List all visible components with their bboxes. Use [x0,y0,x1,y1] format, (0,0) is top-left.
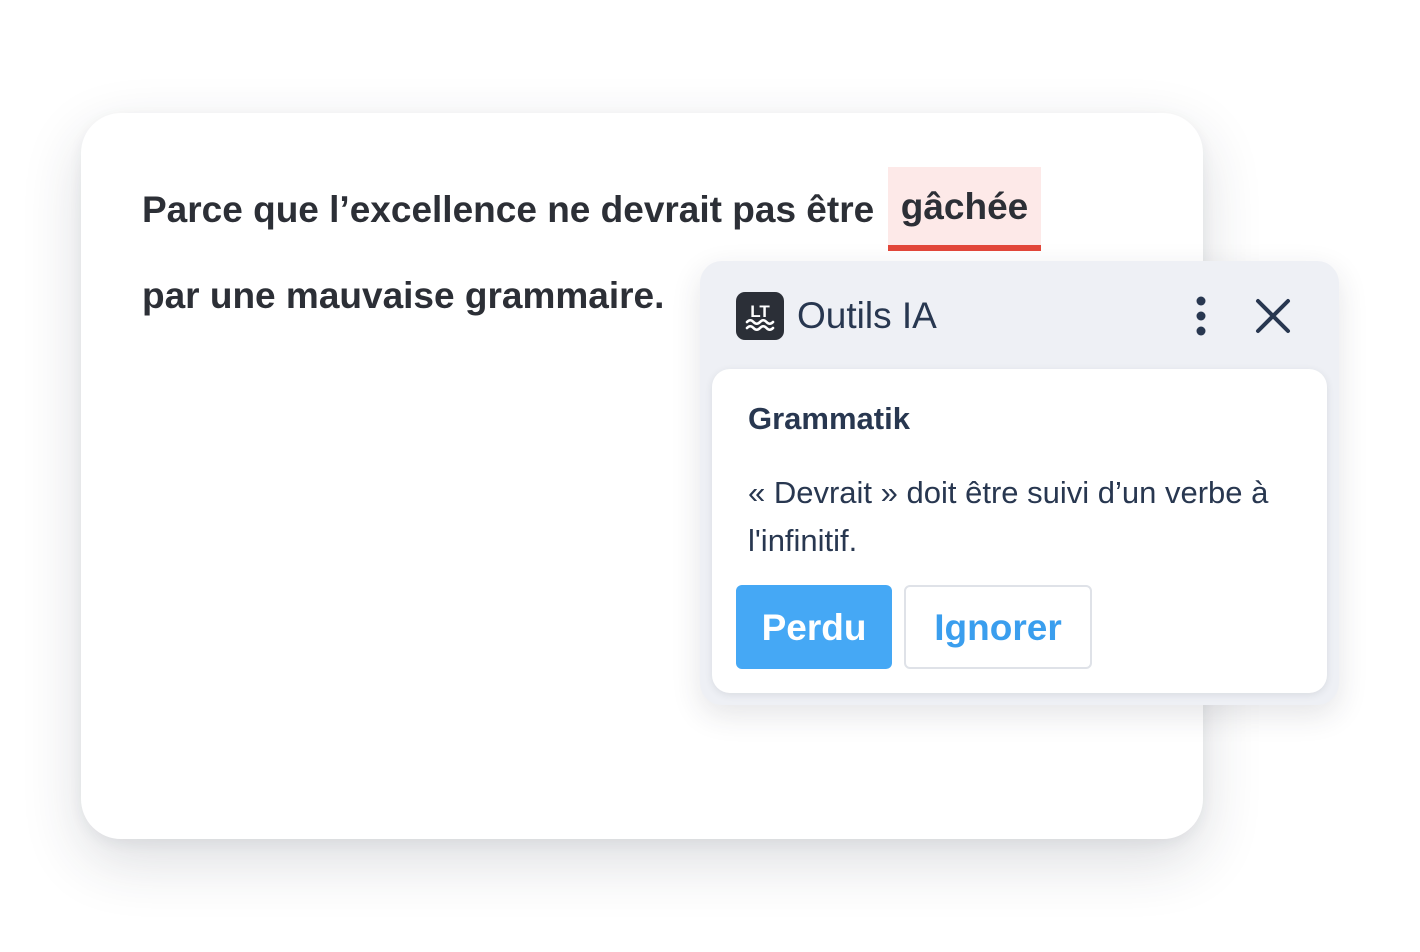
editor-text-line-1: Parce que l’excellence ne devrait pas êt… [142,189,875,230]
accept-suggestion-button[interactable]: Perdu [736,585,892,669]
error-word: gâchée [900,186,1029,227]
ignore-button[interactable]: Ignorer [904,585,1092,669]
rule-name: Grammatik [748,401,910,436]
grammar-error-highlight[interactable]: gâchée [888,167,1041,251]
close-icon [1256,299,1290,333]
languagetool-logo-icon: LT [736,292,784,340]
editor-text-line-2: par une mauvaise grammaire. [142,275,665,316]
close-button[interactable] [1251,294,1295,338]
suggestion-popup: LT Outils IA Grammatik « Devrait » doit … [700,261,1339,705]
popup-header: LT Outils IA [700,261,1339,369]
popup-title: Outils IA [797,295,937,336]
more-options-button[interactable] [1179,294,1223,338]
suggestion-card: Grammatik « Devrait » doit être suivi d’… [712,369,1327,693]
more-vertical-icon [1196,296,1206,336]
suggestion-message: « Devrait » doit être suivi d’un verbe à… [748,475,1269,558]
logo-text: LT [750,302,770,321]
